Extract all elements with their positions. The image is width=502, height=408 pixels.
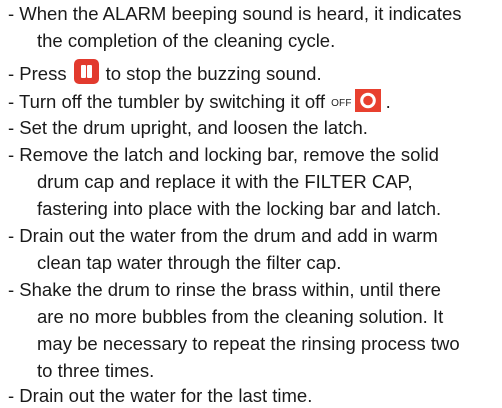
instruction-drain-last: - Drain out the water for the last time.: [8, 385, 313, 406]
pause-icon: [73, 59, 99, 84]
turn-off-label: - Turn off the tumbler by switching it o…: [8, 91, 326, 112]
instruction-press-pause: - Press to stop the buzzing sound.: [8, 59, 322, 84]
instruction-drain-water-cont: clean tap water through the filter cap.: [37, 252, 342, 273]
instruction-shake-drum-cont2: may be necessary to repeat the rinsing p…: [37, 333, 460, 354]
instruction-remove-latch-cont2: fastering into place with the locking ba…: [37, 198, 442, 219]
instruction-alarm: - When the ALARM beeping sound is heard,…: [8, 3, 462, 24]
stop-buzz-label: to stop the buzzing sound.: [105, 63, 322, 84]
instruction-set-drum: - Set the drum upright, and loosen the l…: [8, 117, 368, 138]
press-label: - Press: [8, 63, 67, 84]
instruction-shake-drum: - Shake the drum to rinse the brass with…: [8, 279, 441, 300]
instruction-remove-latch: - Remove the latch and locking bar, remo…: [8, 144, 439, 165]
instructions-page: - When the ALARM beeping sound is heard,…: [0, 0, 502, 406]
instruction-shake-drum-cont3: to three times.: [37, 360, 155, 381]
instruction-turn-off: - Turn off the tumbler by switching it o…: [8, 89, 391, 113]
instruction-drain-water: - Drain out the water from the drum and …: [8, 225, 438, 246]
power-icon: [354, 89, 381, 112]
off-label: OFF: [331, 98, 352, 109]
instruction-alarm-cont: the completion of the cleaning cycle.: [37, 30, 336, 51]
instruction-remove-latch-cont1: drum cap and replace it with the FILTER …: [37, 171, 413, 192]
turn-off-period: .: [385, 91, 391, 112]
instruction-shake-drum-cont1: are no more bubbles from the cleaning so…: [37, 306, 444, 327]
